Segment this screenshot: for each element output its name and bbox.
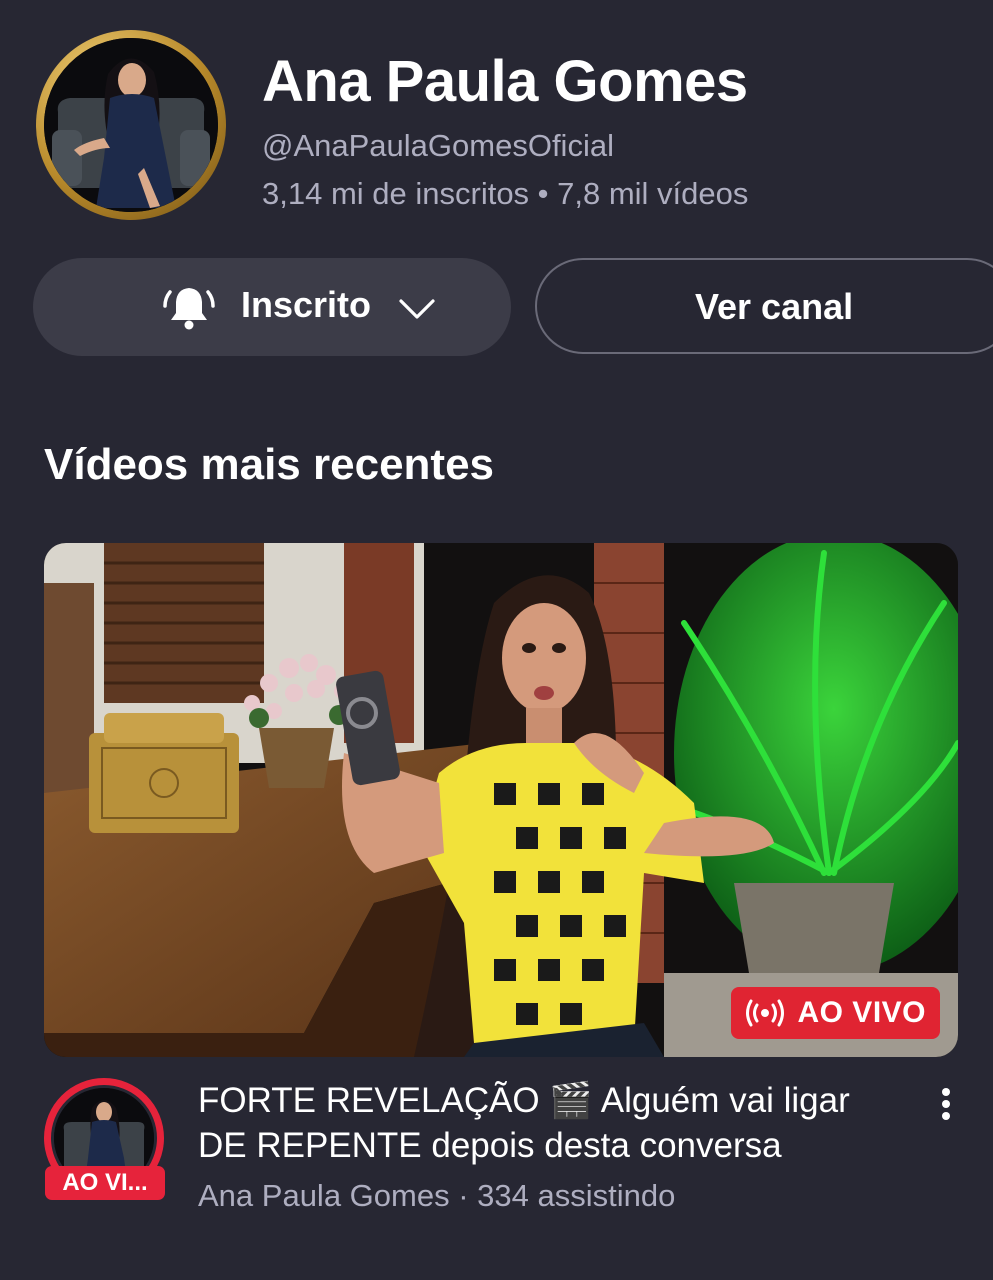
channel-name: Ana Paula Gomes <box>262 49 748 114</box>
video-channel-avatar[interactable]: AO VI... <box>44 1078 166 1200</box>
view-channel-button[interactable]: Ver canal <box>535 258 993 354</box>
channel-stats: 3,14 mi de inscritos • 7,8 mil vídeos <box>262 176 749 211</box>
subscribed-button[interactable]: Inscrito <box>33 258 511 356</box>
live-badge: AO VIVO <box>731 987 940 1039</box>
video-meta: Ana Paula Gomes · 334 assistindo <box>198 1178 676 1213</box>
video-title[interactable]: FORTE REVELAÇÃO 🎬 Alguém vai ligar DE RE… <box>198 1078 898 1168</box>
channel-handle: @AnaPaulaGomesOficial <box>262 128 614 163</box>
subscribed-label: Inscrito <box>241 284 372 325</box>
channel-page: Ana Paula Gomes @AnaPaulaGomesOficial 3,… <box>0 0 993 1280</box>
video-thumbnail[interactable]: AO VIVO <box>44 543 958 1057</box>
avatar-live-badge: AO VI... <box>45 1166 165 1200</box>
thumbnail-image <box>44 543 958 1057</box>
avatar-image <box>44 38 218 212</box>
view-channel-label: Ver canal <box>695 286 854 327</box>
chevron-down-icon <box>399 299 435 319</box>
live-badge-label: AO VIVO <box>797 996 926 1029</box>
live-broadcast-icon <box>746 999 785 1027</box>
section-title: Vídeos mais recentes <box>44 440 495 489</box>
channel-avatar[interactable] <box>36 30 226 220</box>
more-vert-icon[interactable] <box>926 1082 966 1132</box>
bell-ring-icon <box>163 288 215 330</box>
